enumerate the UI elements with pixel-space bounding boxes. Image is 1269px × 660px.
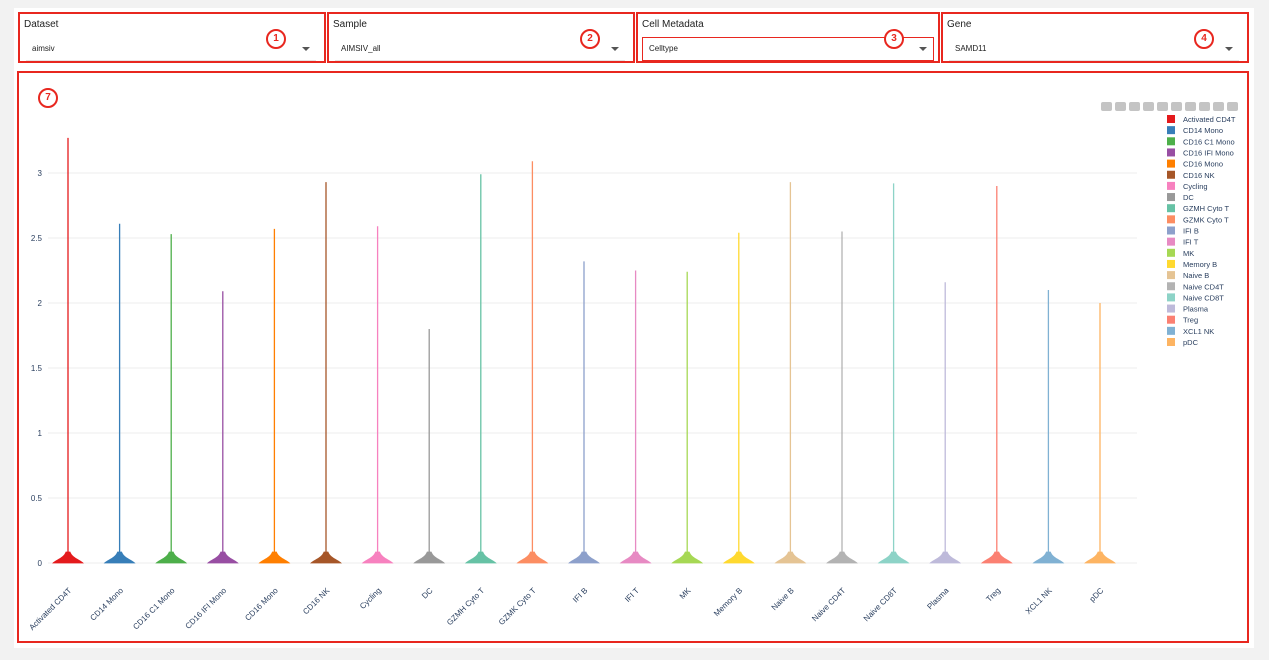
metadata-label: Cell Metadata	[642, 19, 704, 30]
zoom-icon[interactable]	[1115, 102, 1126, 111]
sample-label: Sample	[333, 19, 367, 30]
zoom-out-icon[interactable]	[1157, 102, 1168, 111]
spike-lines-icon[interactable]	[1199, 102, 1210, 111]
dataset-label: Dataset	[24, 19, 59, 30]
autoscale-icon[interactable]	[1171, 102, 1182, 111]
chevron-down-icon	[302, 47, 310, 51]
hover-compare-icon[interactable]	[1227, 102, 1238, 111]
badge-7: 7	[38, 88, 58, 108]
dataset-value: aimsiv	[32, 44, 55, 53]
metadata-value: Celltype	[649, 44, 678, 53]
chevron-down-icon	[611, 47, 619, 51]
badge-1: 1	[266, 29, 286, 49]
badge-4: 4	[1194, 29, 1214, 49]
gene-value: SAMD11	[955, 44, 987, 53]
zoom-in-icon[interactable]	[1143, 102, 1154, 111]
camera-icon[interactable]	[1101, 102, 1112, 111]
violin-plot-panel	[17, 71, 1249, 643]
plot-modebar	[1101, 102, 1238, 111]
sample-value: AIMSIV_all	[341, 44, 381, 53]
hover-closest-icon[interactable]	[1213, 102, 1224, 111]
chevron-down-icon	[1225, 47, 1233, 51]
chevron-down-icon	[919, 47, 927, 51]
home-icon[interactable]	[1185, 102, 1196, 111]
gene-label: Gene	[947, 19, 972, 30]
badge-3: 3	[884, 29, 904, 49]
badge-2: 2	[580, 29, 600, 49]
pan-icon[interactable]	[1129, 102, 1140, 111]
